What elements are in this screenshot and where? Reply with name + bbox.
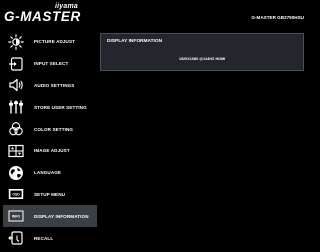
setup-menu-icon: OSD <box>3 185 29 203</box>
speaker-icon <box>3 76 29 94</box>
svg-text:OSD: OSD <box>12 193 20 197</box>
panel-title: DISPLAY INFORMATION <box>107 39 163 44</box>
globe-icon <box>3 164 29 182</box>
menu-item-color-setting[interactable]: COLOR SETTING <box>3 118 97 140</box>
resolution-info: 1920X1080 @144HZ HDMI <box>178 57 226 61</box>
sliders-icon <box>3 98 29 116</box>
menu-item-language[interactable]: LANGUAGE <box>3 162 97 184</box>
image-adjust-icon <box>3 142 29 160</box>
menu-item-image-adjust[interactable]: IMAGE ADJUST <box>3 140 97 162</box>
menu-item-label: DISPLAY INFORMATION <box>34 213 89 219</box>
menu-item-picture-adjust[interactable]: PICTURE ADJUST <box>3 31 97 53</box>
display-info-icon: INFO <box>3 207 29 225</box>
input-select-icon <box>3 55 29 73</box>
menu-item-audio-settings[interactable]: AUDIO SETTINGS <box>3 75 97 97</box>
recall-icon <box>3 229 29 247</box>
svg-text:INFO: INFO <box>12 215 20 219</box>
menu-item-label: IMAGE ADJUST <box>34 148 70 154</box>
menu-item-store-user-setting[interactable]: STORE USER SETTING <box>3 96 97 118</box>
osd-screen: iiyama G-MASTER G-MASTER GB2790HSU PICTU… <box>0 0 306 252</box>
menu-item-setup-menu[interactable]: OSD SETUP MENU <box>3 184 97 206</box>
picture-adjust-icon <box>3 33 29 51</box>
menu-item-label: INPUT SELECT <box>34 61 69 67</box>
g-master-logo: iiyama G-MASTER <box>4 3 94 25</box>
color-circles-icon <box>3 120 29 138</box>
display-information-panel: DISPLAY INFORMATION 1920X1080 @144HZ HDM… <box>100 33 304 71</box>
menu-item-label: RECALL <box>34 235 54 241</box>
menu-item-recall[interactable]: RECALL <box>3 227 97 249</box>
menu-item-label: COLOR SETTING <box>34 126 74 132</box>
menu-item-label: AUDIO SETTINGS <box>34 82 75 88</box>
menu-item-label: STORE USER SETTING <box>34 104 87 110</box>
osd-menu-sidebar: PICTURE ADJUST INPUT SELECT AUDIO SETTIN… <box>3 31 97 249</box>
menu-item-label: PICTURE ADJUST <box>34 39 76 45</box>
menu-item-input-select[interactable]: INPUT SELECT <box>3 53 97 75</box>
menu-item-label: SETUP MENU <box>34 191 66 197</box>
model-name: G-MASTER GB2790HSU <box>251 15 304 20</box>
brand-logo-text: G-MASTER <box>4 9 81 24</box>
menu-item-label: LANGUAGE <box>34 170 62 176</box>
menu-item-display-information[interactable]: INFO DISPLAY INFORMATION <box>3 205 97 228</box>
